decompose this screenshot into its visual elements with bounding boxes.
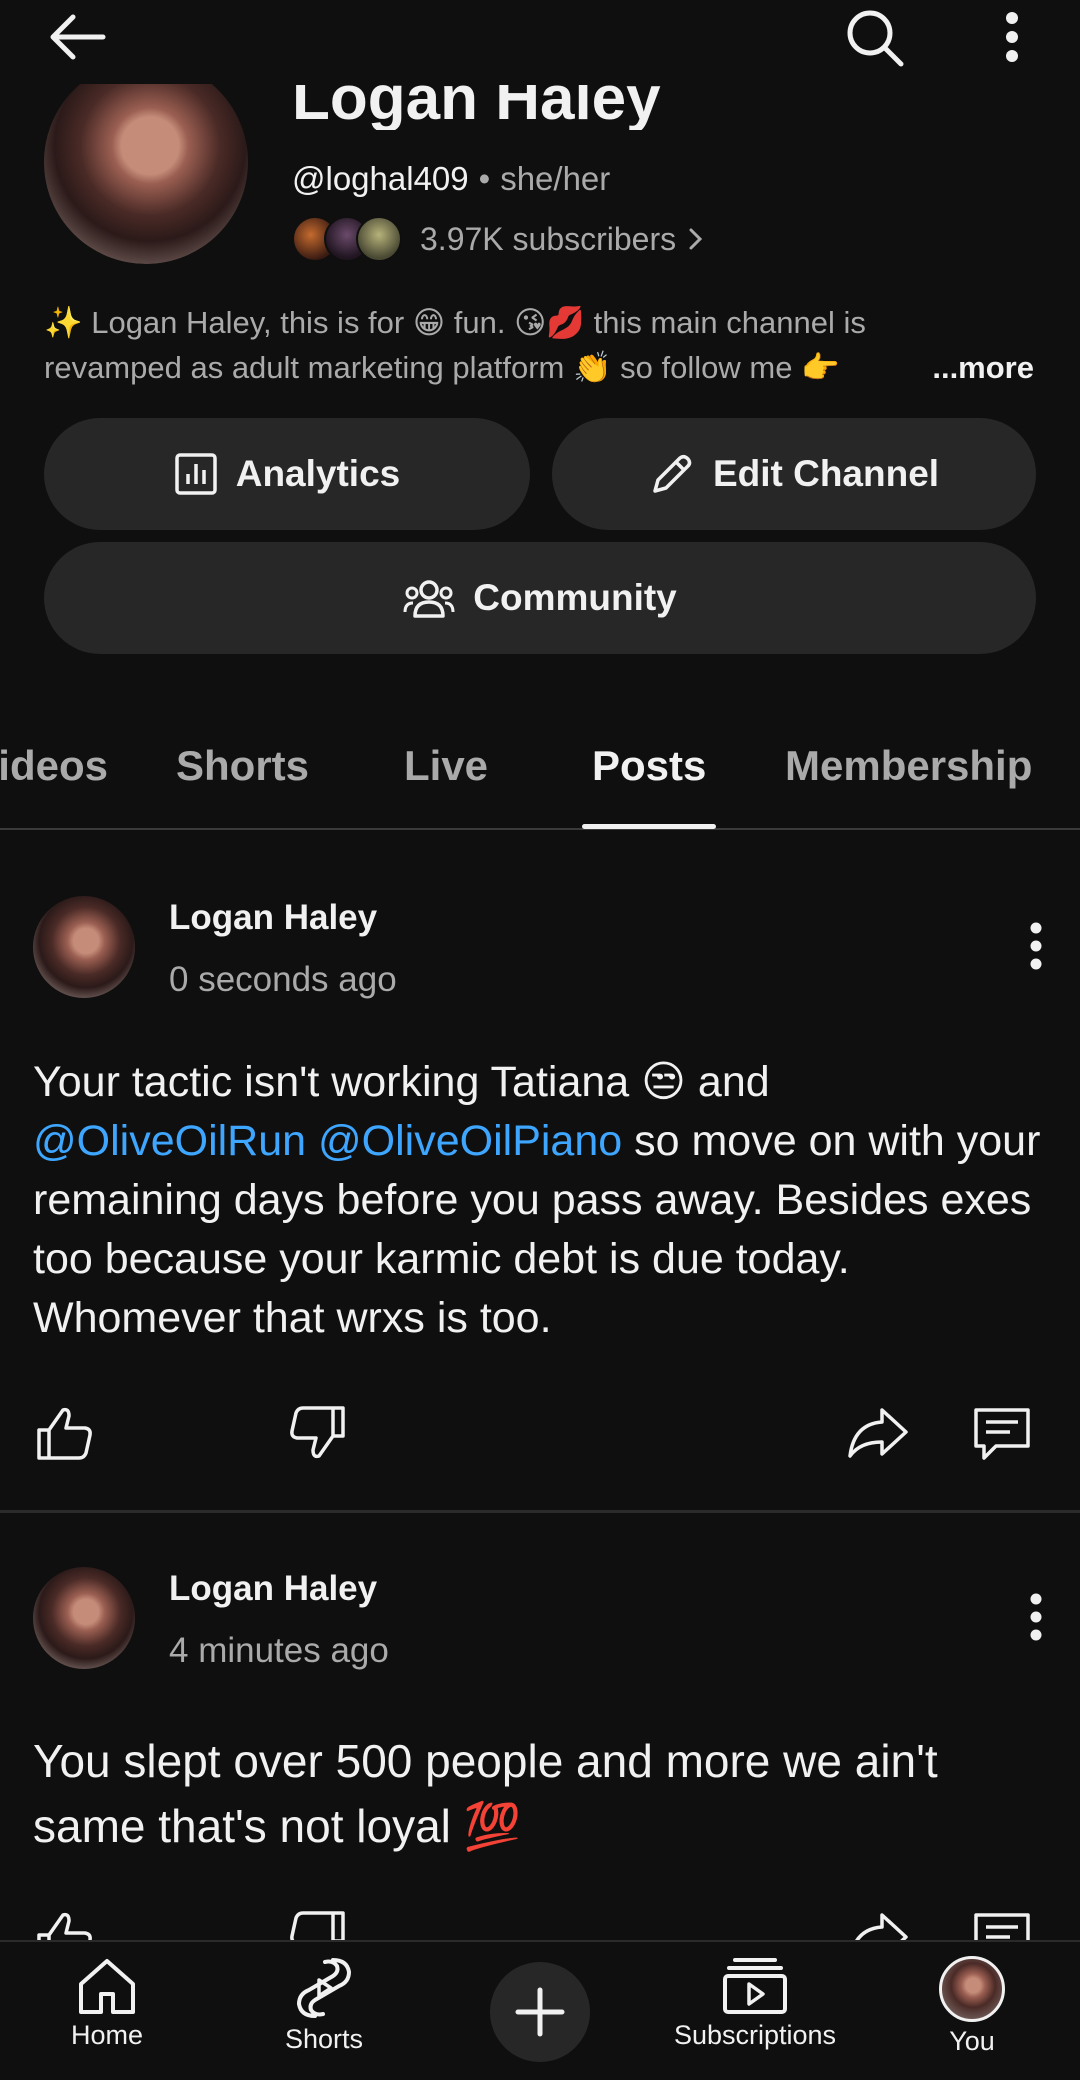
- chevron-right-icon: [689, 228, 703, 250]
- dislike-button[interactable]: [282, 1398, 352, 1468]
- post-timestamp: 4 minutes ago: [169, 1631, 389, 1670]
- active-tab-indicator: [582, 824, 716, 829]
- channel-avatar[interactable]: [44, 84, 248, 264]
- mention-link[interactable]: @OliveOilRun: [33, 1117, 306, 1165]
- search-button[interactable]: [840, 5, 910, 71]
- share-icon: [855, 1913, 908, 1940]
- people-icon: [403, 580, 455, 618]
- channel-name: Logan Haley: [292, 64, 661, 133]
- tab-shorts[interactable]: Shorts: [176, 742, 309, 790]
- nav-shorts[interactable]: Shorts: [264, 1956, 384, 2055]
- pencil-icon: [653, 454, 692, 493]
- edit-channel-label: Edit Channel: [712, 453, 940, 494]
- nav-home-label: Home: [70, 2020, 144, 2050]
- community-label: Community: [473, 577, 677, 618]
- subscriptions-icon: [723, 1958, 787, 2014]
- comment-button[interactable]: [967, 1903, 1037, 1940]
- tab-posts[interactable]: Posts: [592, 742, 706, 790]
- nav-you-label: You: [949, 2026, 995, 2056]
- post-author-avatar[interactable]: [33, 896, 135, 998]
- post-text-part: Your tactic isn't working Tatiana 😒 and: [33, 1058, 770, 1106]
- separator-dot: •: [478, 160, 491, 197]
- subscriber-avatars: [292, 216, 402, 262]
- thumb-down-icon: [290, 1911, 345, 1940]
- thumb-up-icon: [37, 1912, 92, 1940]
- community-button[interactable]: Community: [44, 542, 1036, 654]
- tab-live[interactable]: Live: [404, 742, 488, 790]
- post-menu-button[interactable]: [1016, 916, 1056, 976]
- post-author-avatar[interactable]: [33, 1567, 135, 1669]
- comment-button[interactable]: [967, 1398, 1037, 1468]
- post-body: You slept over 500 people and more we ai…: [33, 1735, 938, 1852]
- comment-icon: [974, 1913, 1030, 1940]
- analytics-icon: [174, 453, 217, 495]
- nav-home[interactable]: Home: [47, 1956, 167, 2051]
- subscribers-row[interactable]: 3.97K subscribers: [292, 214, 706, 264]
- arrow-left-icon: [50, 14, 106, 60]
- post-card: Logan Haley 0 seconds ago Your tactic is…: [0, 830, 1080, 1510]
- more-vert-icon: [1006, 12, 1018, 62]
- pronouns: she/her: [500, 160, 611, 197]
- tab-membership[interactable]: Membership: [785, 742, 1032, 790]
- nav-you[interactable]: You: [917, 1956, 1027, 2057]
- like-button[interactable]: [30, 1398, 100, 1468]
- tab-videos[interactable]: Videos: [0, 742, 108, 790]
- thumb-down-icon: [290, 1406, 345, 1459]
- more-options-button[interactable]: [990, 8, 1034, 66]
- nav-shorts-label: Shorts: [284, 2024, 364, 2054]
- post-body: Your tactic isn't working Tatiana 😒 and …: [33, 1053, 1048, 1348]
- back-button[interactable]: [40, 8, 114, 66]
- handle-row: @loghal409 • she/her: [292, 160, 610, 198]
- post-author-name[interactable]: Logan Haley: [169, 1569, 377, 1609]
- plus-icon: [515, 1987, 565, 2037]
- home-icon: [79, 1959, 135, 2014]
- nav-subscriptions-label: Subscriptions: [673, 2020, 837, 2050]
- analytics-button[interactable]: Analytics: [44, 418, 530, 530]
- share-icon: [848, 1408, 908, 1458]
- channel-tabs: Videos Shorts Live Posts Membership: [0, 720, 1080, 830]
- analytics-label: Analytics: [235, 453, 401, 494]
- share-button[interactable]: [843, 1398, 913, 1468]
- bio-line-2: revamped as adult marketing platform 👏 s…: [44, 350, 840, 385]
- more-vert-icon: [1030, 922, 1042, 970]
- post-card: Logan Haley 4 minutes ago You slept over…: [0, 1513, 1080, 1940]
- post-timestamp: 0 seconds ago: [169, 960, 397, 999]
- more-vert-icon: [1030, 1593, 1042, 1641]
- bottom-navigation: Home Shorts Subscriptions You: [0, 1940, 1080, 2080]
- comment-icon: [974, 1408, 1030, 1460]
- search-icon: [847, 10, 904, 67]
- share-button[interactable]: [843, 1903, 913, 1940]
- subscriber-avatar: [356, 216, 402, 262]
- post-author-name[interactable]: Logan Haley: [169, 898, 377, 938]
- profile-avatar: [939, 1956, 1005, 2022]
- like-button[interactable]: [30, 1903, 100, 1940]
- nav-subscriptions[interactable]: Subscriptions: [660, 1956, 850, 2051]
- edit-channel-button[interactable]: Edit Channel: [552, 418, 1036, 530]
- subscriber-count: 3.97K subscribers: [420, 220, 677, 257]
- bio-line-1: ✨ Logan Haley, this is for 😁 fun. 😘💋 thi…: [44, 305, 866, 340]
- more-link[interactable]: ...more: [916, 345, 1034, 390]
- thumb-up-icon: [37, 1407, 92, 1460]
- shorts-icon: [296, 1958, 352, 2018]
- mention-link[interactable]: @OliveOilPiano: [318, 1117, 622, 1165]
- create-button[interactable]: [490, 1962, 590, 2062]
- dislike-button[interactable]: [282, 1903, 352, 1940]
- top-bar: [0, 0, 1080, 75]
- post-menu-button[interactable]: [1016, 1587, 1056, 1647]
- channel-description[interactable]: ✨ Logan Haley, this is for 😁 fun. 😘💋 thi…: [44, 300, 1044, 390]
- channel-handle: @loghal409: [292, 160, 469, 197]
